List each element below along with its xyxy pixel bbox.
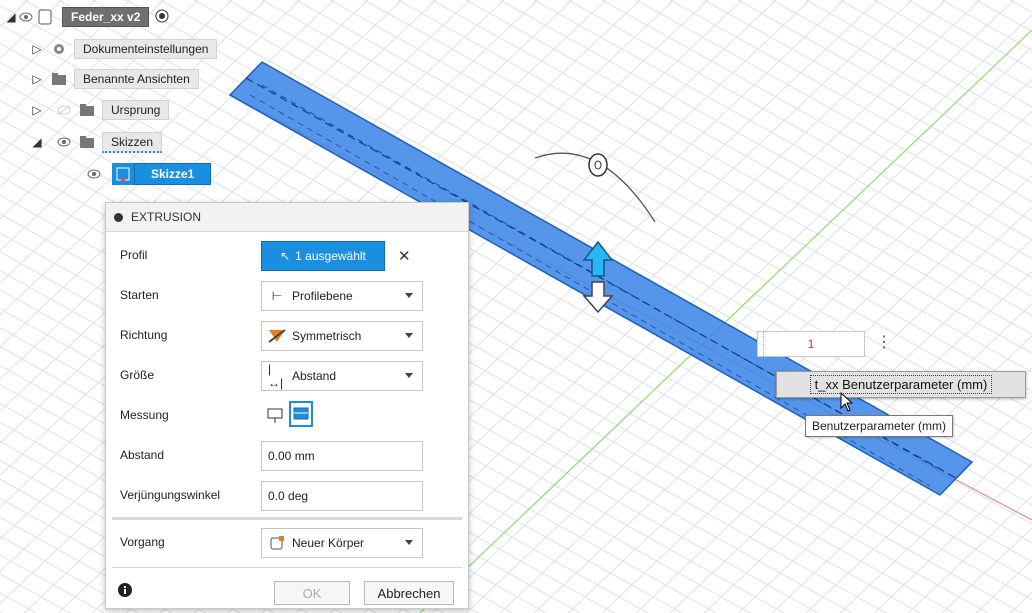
rotation-handle[interactable] bbox=[588, 153, 608, 177]
row-verjuengung: Verjüngungswinkel 0.0 deg bbox=[106, 476, 468, 516]
divider bbox=[112, 517, 462, 520]
gear-icon bbox=[44, 41, 74, 57]
tree-item-skizze1[interactable]: Skizze1 bbox=[86, 163, 212, 185]
extent-dropdown[interactable]: |↔| Abstand bbox=[261, 361, 423, 391]
collapse-triangle-icon[interactable]: ◢ bbox=[4, 10, 18, 24]
folder-icon bbox=[72, 103, 102, 117]
tree-item-label: Dokumenteinstellungen bbox=[74, 39, 218, 59]
eye-icon[interactable] bbox=[56, 135, 72, 149]
dropdown-value: Profilebene bbox=[292, 289, 353, 303]
drag-grip[interactable] bbox=[757, 331, 764, 357]
row-abstand: Abstand 0.00 mm bbox=[106, 436, 468, 476]
folder-icon bbox=[72, 135, 102, 149]
more-options-icon[interactable]: ⋮ bbox=[876, 332, 892, 352]
row-label: Starten bbox=[120, 288, 159, 302]
new-body-icon bbox=[268, 534, 286, 552]
operation-dropdown[interactable]: Neuer Körper bbox=[261, 528, 423, 558]
profile-select-button[interactable]: ↖ 1 ausgewählt bbox=[261, 241, 385, 271]
chevron-down-icon bbox=[405, 293, 413, 298]
panel-title: EXTRUSION bbox=[131, 210, 202, 224]
row-label: Profil bbox=[120, 248, 148, 262]
tree-item-label: Skizze1 bbox=[134, 163, 212, 185]
eye-hidden-icon[interactable] bbox=[56, 103, 72, 117]
cancel-button[interactable]: Abbrechen bbox=[364, 581, 454, 605]
row-label: Verjüngungswinkel bbox=[120, 488, 221, 502]
expand-triangle-icon[interactable]: ▷ bbox=[30, 103, 44, 117]
row-label: Vorgang bbox=[120, 535, 165, 549]
tree-item-label: Ursprung bbox=[102, 100, 170, 120]
taper-angle-input[interactable]: 0.0 deg bbox=[261, 481, 423, 511]
eye-icon[interactable] bbox=[18, 10, 34, 24]
tree-root[interactable]: ◢ Feder_xx v2 bbox=[4, 6, 169, 28]
document-name[interactable]: Feder_xx v2 bbox=[62, 7, 150, 27]
symmetric-icon bbox=[268, 327, 286, 345]
chevron-down-icon bbox=[405, 540, 413, 545]
autocomplete-suggestion[interactable]: t_xx Benutzerparameter (mm) bbox=[776, 371, 1026, 398]
radio-active-icon[interactable] bbox=[155, 9, 169, 26]
row-groesse: Größe |↔| Abstand bbox=[106, 356, 468, 396]
tree-item-label: Benannte Ansichten bbox=[74, 69, 199, 89]
tree-item-benannte-ansichten[interactable]: ▷ Benannte Ansichten bbox=[30, 68, 199, 90]
row-vorgang: Vorgang Neuer Körper bbox=[106, 523, 468, 563]
tree-item-skizzen[interactable]: ◢ Skizzen bbox=[30, 131, 163, 153]
dropdown-value: Abstand bbox=[292, 369, 337, 383]
chevron-down-icon bbox=[405, 373, 413, 378]
profile-plane-icon: ⊢ bbox=[271, 289, 283, 303]
distance-value-input[interactable]: 1 bbox=[757, 331, 865, 357]
measure-option-2-icon[interactable] bbox=[289, 401, 313, 427]
distance-input[interactable]: 0.00 mm bbox=[261, 441, 423, 471]
row-label: Richtung bbox=[120, 328, 168, 342]
profile-select-label: 1 ausgewählt bbox=[295, 249, 366, 263]
sketch-icon bbox=[112, 163, 134, 185]
dropdown-value: Symmetrisch bbox=[292, 329, 362, 343]
suggestion-text: t_xx Benutzerparameter (mm) bbox=[809, 375, 993, 394]
direction-dropdown[interactable]: Symmetrisch bbox=[261, 321, 423, 351]
row-label: Messung bbox=[120, 408, 169, 422]
info-icon[interactable] bbox=[118, 583, 132, 600]
extrusion-panel: EXTRUSION Profil ↖ 1 ausgewählt ✕ Starte… bbox=[105, 202, 469, 609]
chevron-down-icon bbox=[405, 333, 413, 338]
panel-collapse-icon[interactable] bbox=[114, 212, 123, 222]
collapse-triangle-icon[interactable]: ◢ bbox=[30, 135, 44, 149]
dropdown-value: Neuer Körper bbox=[292, 536, 365, 550]
document-icon bbox=[34, 9, 56, 25]
cursor-arrow-icon: ↖ bbox=[280, 249, 291, 263]
tooltip: Benutzerparameter (mm) bbox=[805, 415, 954, 437]
ok-button[interactable]: OK bbox=[274, 581, 350, 605]
row-profil: Profil ↖ 1 ausgewählt ✕ bbox=[106, 236, 468, 276]
tree-item-dokumenteinstellungen[interactable]: ▷ Dokumenteinstellungen bbox=[30, 38, 218, 60]
tree-item-ursprung[interactable]: ▷ Ursprung bbox=[30, 99, 170, 121]
distance-icon: |↔| bbox=[268, 362, 284, 390]
row-richtung: Richtung Symmetrisch bbox=[106, 316, 468, 356]
mouse-cursor-icon bbox=[840, 391, 854, 415]
tree-item-label: Skizzen bbox=[102, 131, 163, 153]
start-dropdown[interactable]: ⊢ Profilebene bbox=[261, 281, 423, 311]
row-label: Abstand bbox=[120, 448, 165, 462]
row-label: Größe bbox=[120, 368, 155, 382]
panel-header[interactable]: EXTRUSION bbox=[106, 203, 468, 232]
clear-selection-icon[interactable]: ✕ bbox=[398, 247, 411, 265]
expand-triangle-icon[interactable]: ▷ bbox=[30, 72, 44, 86]
measure-option-1-icon[interactable] bbox=[266, 406, 284, 427]
row-starten: Starten ⊢ Profilebene bbox=[106, 276, 468, 316]
expand-triangle-icon[interactable]: ▷ bbox=[30, 42, 44, 56]
folder-icon bbox=[44, 72, 74, 86]
row-messung: Messung bbox=[106, 396, 468, 436]
eye-icon[interactable] bbox=[86, 167, 102, 181]
divider bbox=[112, 567, 462, 568]
